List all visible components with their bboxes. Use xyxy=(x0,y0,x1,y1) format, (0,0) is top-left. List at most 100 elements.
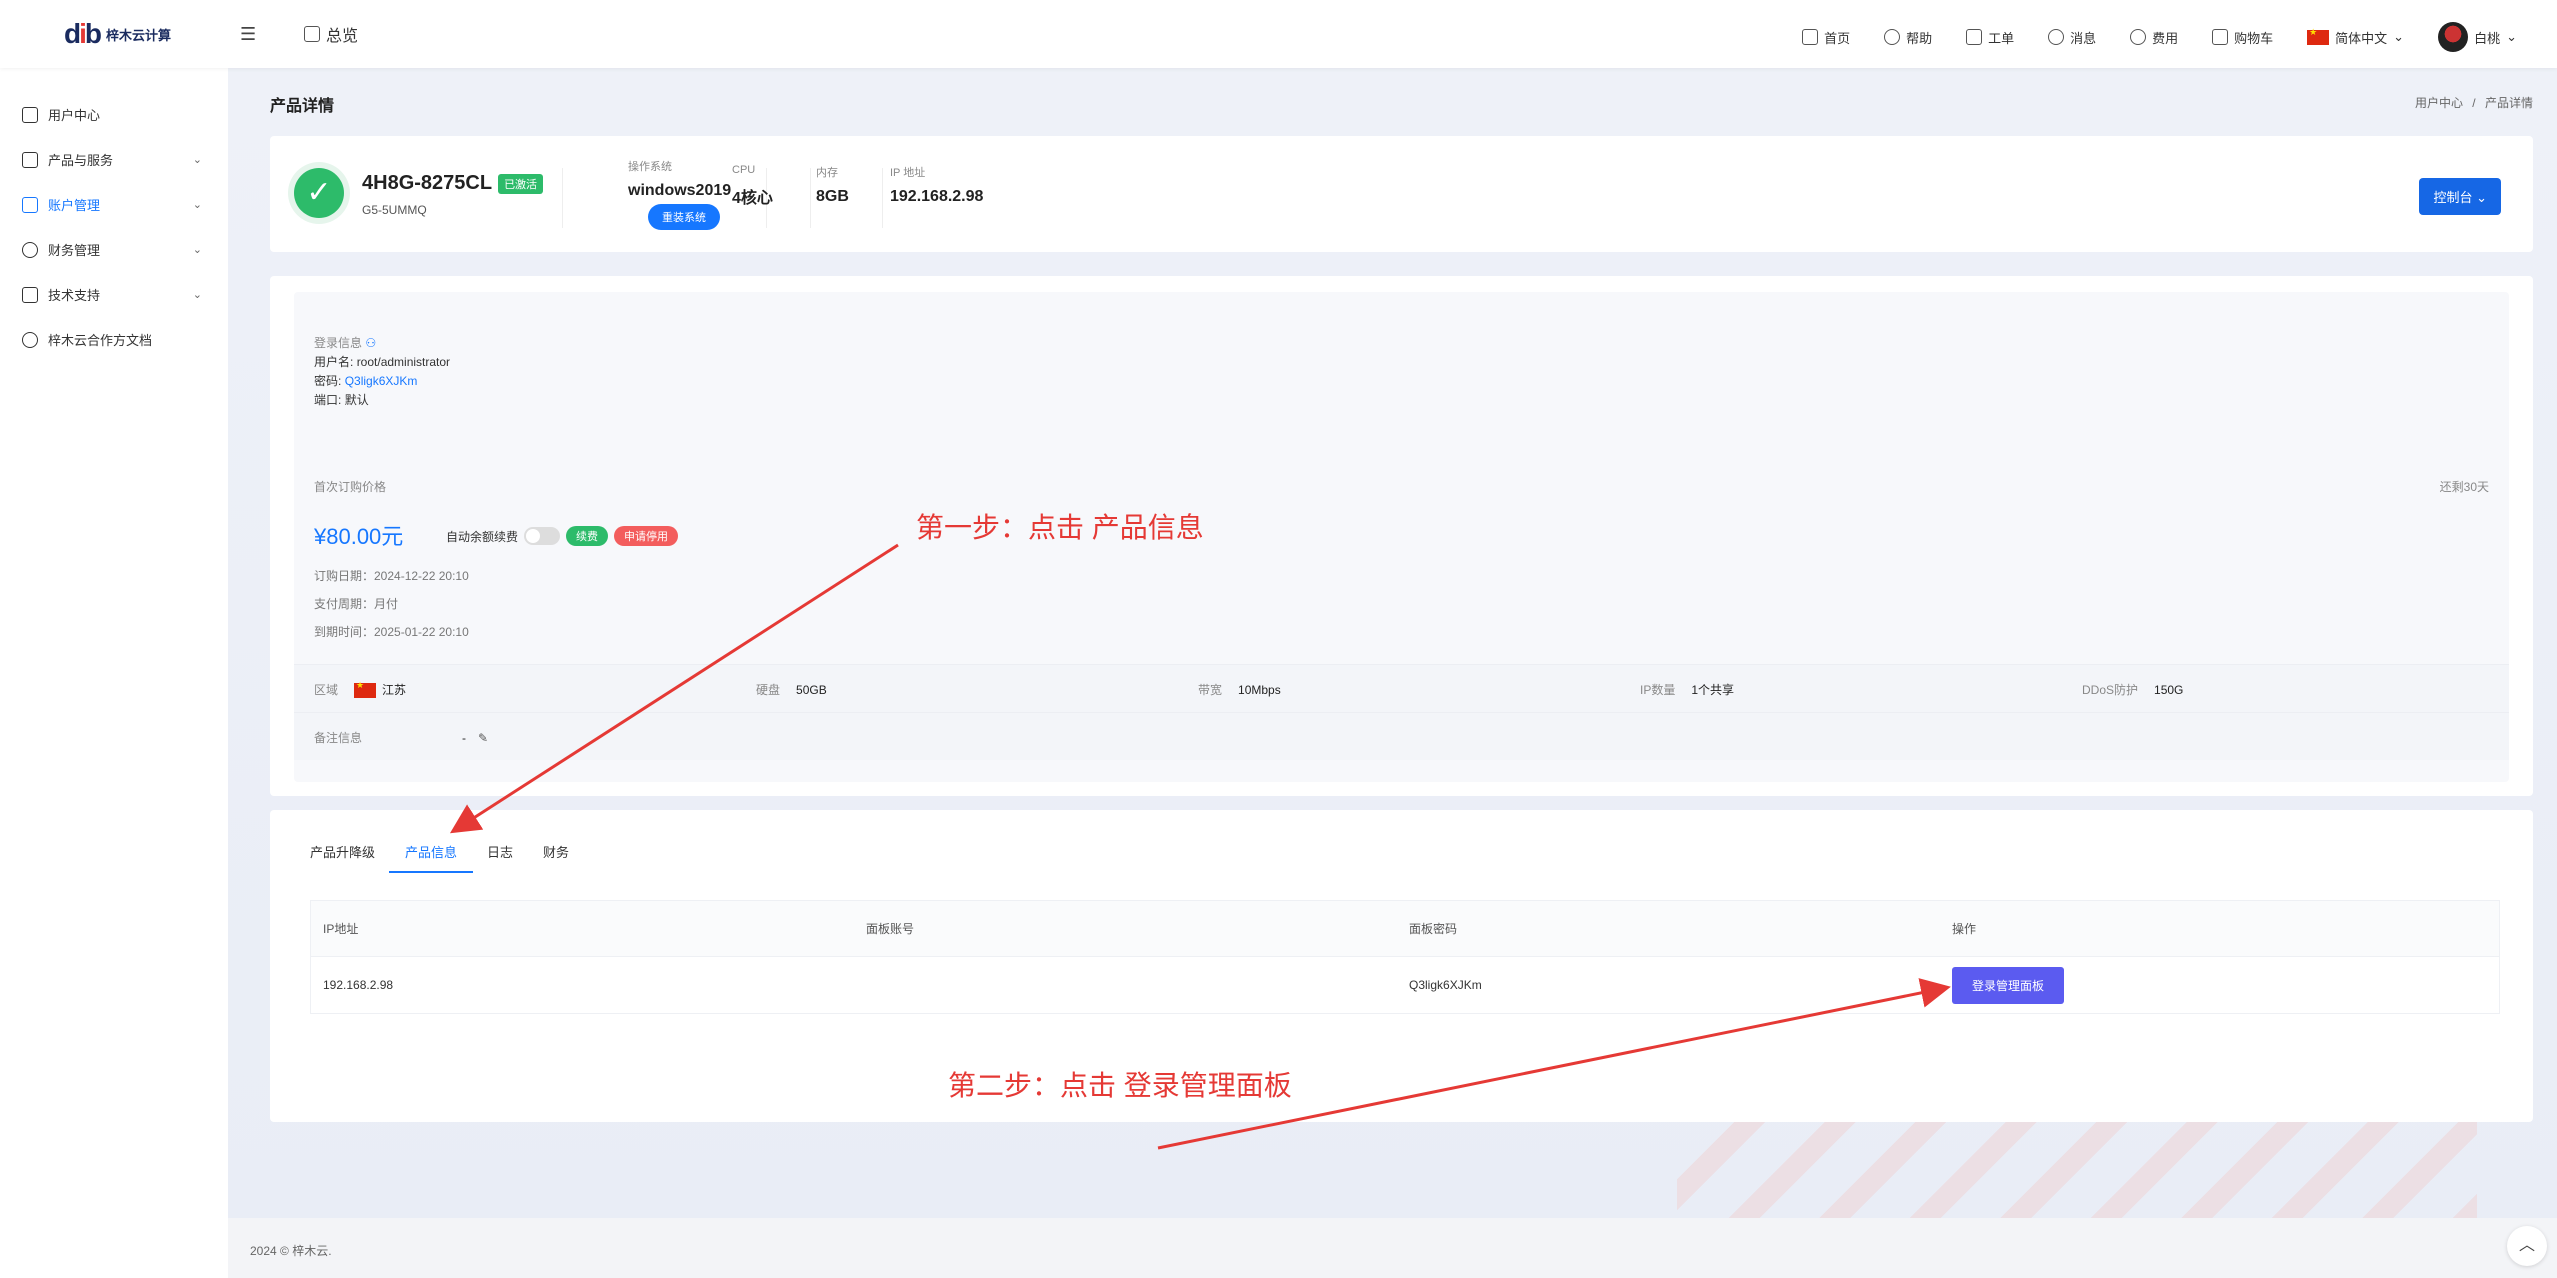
edit-pencil-icon[interactable]: ✎ xyxy=(478,731,488,745)
collapse-sidebar-icon[interactable]: ☰ xyxy=(240,24,256,45)
tab-product-info[interactable]: 产品信息 xyxy=(389,842,474,873)
region-label: 区域 xyxy=(314,683,339,697)
memory-spec: 内存 8GB xyxy=(816,164,849,206)
billing-cycle: 支付周期：月付 xyxy=(314,597,399,611)
os-spec: 操作系统 windows2019 xyxy=(628,158,731,200)
back-to-top-button[interactable]: ︿ xyxy=(2507,1226,2547,1266)
breadcrumb-user-center[interactable]: 用户中心 xyxy=(2415,96,2463,110)
ip-label: IP 地址 xyxy=(890,167,926,179)
console-label: 控制台 xyxy=(2433,190,2473,205)
port-value: 默认 xyxy=(344,393,369,407)
ip-count-cell: IP数量 1个共享 xyxy=(1640,681,1734,698)
chevron-down-icon: ⌄ xyxy=(192,289,202,301)
dollar-icon xyxy=(22,241,38,258)
os-label: 操作系统 xyxy=(628,161,672,173)
bandwidth-label: 带宽 xyxy=(1198,683,1223,697)
sidebar-item-partner-docs[interactable]: 梓木云合作方文档 xyxy=(0,317,228,362)
auto-renew-toggle[interactable] xyxy=(524,527,561,545)
nav-billing-label: 费用 xyxy=(2152,30,2179,46)
nav-cart-label: 购物车 xyxy=(2234,30,2274,46)
footer: 2024 © 梓木云. ︿ xyxy=(228,1218,2557,1278)
nav-billing[interactable]: 费用 xyxy=(2130,28,2178,47)
column-header-action: 操作 xyxy=(1952,922,1977,936)
user-icon xyxy=(22,196,38,213)
tab-finance[interactable]: 财务 xyxy=(543,842,569,873)
nav-cart[interactable]: 购物车 xyxy=(2212,28,2273,47)
resource-row: 区域 江苏 硬盘 50GB 带宽 10Mbps IP数量 1个共享 DDoS防护 150G xyxy=(294,664,2509,712)
nav-home-label: 首页 xyxy=(1824,30,1851,46)
monitor-icon xyxy=(304,26,320,42)
language-label: 简体中文 xyxy=(2335,30,2388,46)
monitor-icon xyxy=(1802,29,1819,45)
main-content: 产品详情 用户中心 / 产品详情 ✓ 4H8G-8275CL 已激活 G5-5UM… xyxy=(228,68,2557,1218)
bell-icon xyxy=(2048,29,2065,45)
nav-ticket-label: 工单 xyxy=(1988,30,2015,46)
sidebar: 用户中心 产品与服务 ⌄ 账户管理 ⌄ 财务管理 ⌄ 技术支持 ⌄ 梓木云合作方… xyxy=(0,68,228,1278)
product-tabs-card: 产品升降级 产品信息 日志 财务 IP地址 面板账号 面板密码 操作 192.1… xyxy=(270,810,2533,1122)
sidebar-item-products[interactable]: 产品与服务 ⌄ xyxy=(0,137,228,182)
sidebar-item-finance[interactable]: 财务管理 ⌄ xyxy=(0,227,228,272)
sidebar-item-account[interactable]: 账户管理 ⌄ xyxy=(0,182,228,227)
share-icon xyxy=(22,331,38,348)
reinstall-system-button[interactable]: 重装系统 xyxy=(648,204,720,230)
auto-renew-label: 自动余额续费 xyxy=(446,529,519,544)
product-name-row: 4H8G-8275CL 已激活 xyxy=(362,172,544,195)
column-header-account: 面板账号 xyxy=(866,922,915,936)
china-flag-icon xyxy=(354,680,377,699)
table-header: IP地址 面板账号 面板密码 操作 xyxy=(311,901,2499,957)
language-select[interactable]: 简体中文 ⌄ xyxy=(2307,27,2404,47)
renew-button[interactable]: 续费 xyxy=(566,526,609,546)
sidebar-item-support[interactable]: 技术支持 ⌄ xyxy=(0,272,228,317)
overview-link[interactable]: 总览 xyxy=(304,22,358,46)
nav-help-label: 帮助 xyxy=(1906,30,1933,46)
ddos-cell: DDoS防护 150G xyxy=(2082,681,2183,698)
avatar xyxy=(2438,22,2469,52)
logo[interactable]: dib 梓木云计算 xyxy=(64,18,171,50)
grid-icon xyxy=(22,151,38,168)
nav-help[interactable]: 帮助 xyxy=(1884,28,1932,47)
nav-messages-label: 消息 xyxy=(2070,30,2097,46)
tab-bar: 产品升降级 产品信息 日志 财务 xyxy=(310,842,569,873)
request-stop-button[interactable]: 申请停用 xyxy=(614,526,679,546)
login-info-title: 登录信息 xyxy=(314,336,363,350)
region-value: 江苏 xyxy=(382,683,407,697)
user-name: 白桃 xyxy=(2474,30,2501,46)
user-icon: ⚇ xyxy=(365,336,377,350)
product-summary-card: ✓ 4H8G-8275CL 已激活 G5-5UMMQ 操作系统 windows20… xyxy=(270,136,2533,252)
ddos-value: 150G xyxy=(2154,683,2184,697)
user-menu[interactable]: 白桃 ⌄ xyxy=(2438,22,2517,52)
cell-password: Q3ligk6XJKm xyxy=(1409,978,1482,992)
bandwidth-value: 10Mbps xyxy=(1238,683,1281,697)
nav-ticket[interactable]: 工单 xyxy=(1966,28,2014,47)
order-dates: 订购日期：2024-12-22 20:10 支付周期：月付 到期时间：2025-… xyxy=(314,562,469,646)
dollar-icon xyxy=(2130,29,2147,45)
sidebar-item-label: 财务管理 xyxy=(48,243,101,258)
annotation-step1: 第一步：点击 产品信息 xyxy=(916,512,1204,543)
cpu-label: CPU xyxy=(732,164,756,176)
ip-count-value: 1个共享 xyxy=(1691,683,1735,697)
breadcrumb: 用户中心 / 产品详情 xyxy=(2415,94,2533,111)
expire-date: 到期时间：2025-01-22 20:10 xyxy=(314,625,469,639)
nav-messages[interactable]: 消息 xyxy=(2048,28,2096,47)
bandwidth-cell: 带宽 10Mbps xyxy=(1198,681,1281,698)
breadcrumb-current: 产品详情 xyxy=(2484,96,2533,110)
password-value[interactable]: Q3ligk6XJKm xyxy=(345,374,418,388)
cart-icon xyxy=(2212,29,2229,45)
sidebar-item-user-center[interactable]: 用户中心 xyxy=(0,92,228,137)
chevron-down-icon: ⌄ xyxy=(192,154,202,166)
column-header-password: 面板密码 xyxy=(1409,922,1458,936)
console-dropdown-button[interactable]: 控制台 ⌄ xyxy=(2419,178,2501,215)
ip-value: 192.168.2.98 xyxy=(890,188,984,205)
tab-log[interactable]: 日志 xyxy=(487,842,513,873)
ticket-icon xyxy=(1966,29,1983,45)
remark-cell: 备注信息 - ✎ xyxy=(314,729,488,746)
nav-home[interactable]: 首页 xyxy=(1802,28,1850,47)
login-panel-button[interactable]: 登录管理面板 xyxy=(1952,966,2065,1004)
username-label: 用户名: xyxy=(314,355,354,369)
first-price-label: 首次订购价格 xyxy=(314,480,387,494)
memory-value: 8GB xyxy=(816,188,849,205)
sidebar-item-label: 产品与服务 xyxy=(48,153,114,168)
top-nav: 首页 帮助 工单 消息 费用 购物车 简体中文 ⌄ 白桃 xyxy=(1802,22,2517,52)
tab-upgrade[interactable]: 产品升降级 xyxy=(310,842,375,873)
support-icon xyxy=(22,286,38,303)
